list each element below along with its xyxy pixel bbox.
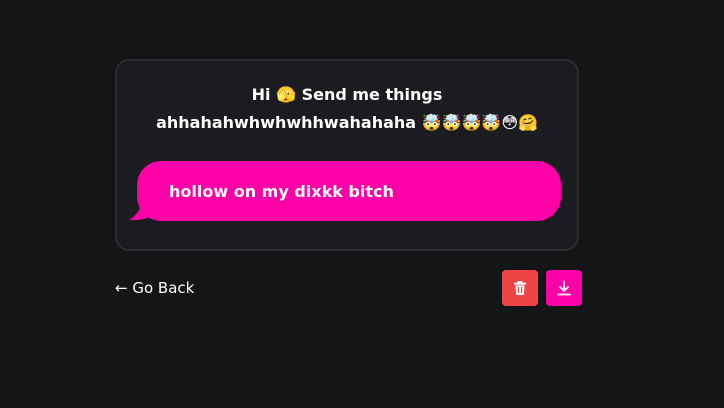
message-card: Hi 🫣 Send me things ahhahahwhwhwhhwahaha… [115, 59, 579, 251]
download-button[interactable] [546, 270, 582, 306]
prompt-line-2: ahhahahwhwhwhhwahahaha 🤯🤯🤯🤯😳🤗 [156, 113, 538, 132]
message-text: hollow on my dixkk bitch [169, 181, 394, 201]
message-bubble-body: hollow on my dixkk bitch [137, 161, 561, 221]
prompt-line-1: Hi 🫣 Send me things [251, 85, 443, 104]
delete-button[interactable] [502, 270, 538, 306]
trash-icon [514, 281, 526, 295]
download-icon [557, 280, 571, 296]
prompt-title: Hi 🫣 Send me things ahhahahwhwhwhhwahaha… [117, 81, 577, 137]
go-back-link[interactable]: ← Go Back [115, 276, 194, 300]
message-bubble: hollow on my dixkk bitch [129, 161, 561, 221]
page: Hi 🫣 Send me things ahhahahwhwhwhhwahaha… [0, 0, 724, 408]
